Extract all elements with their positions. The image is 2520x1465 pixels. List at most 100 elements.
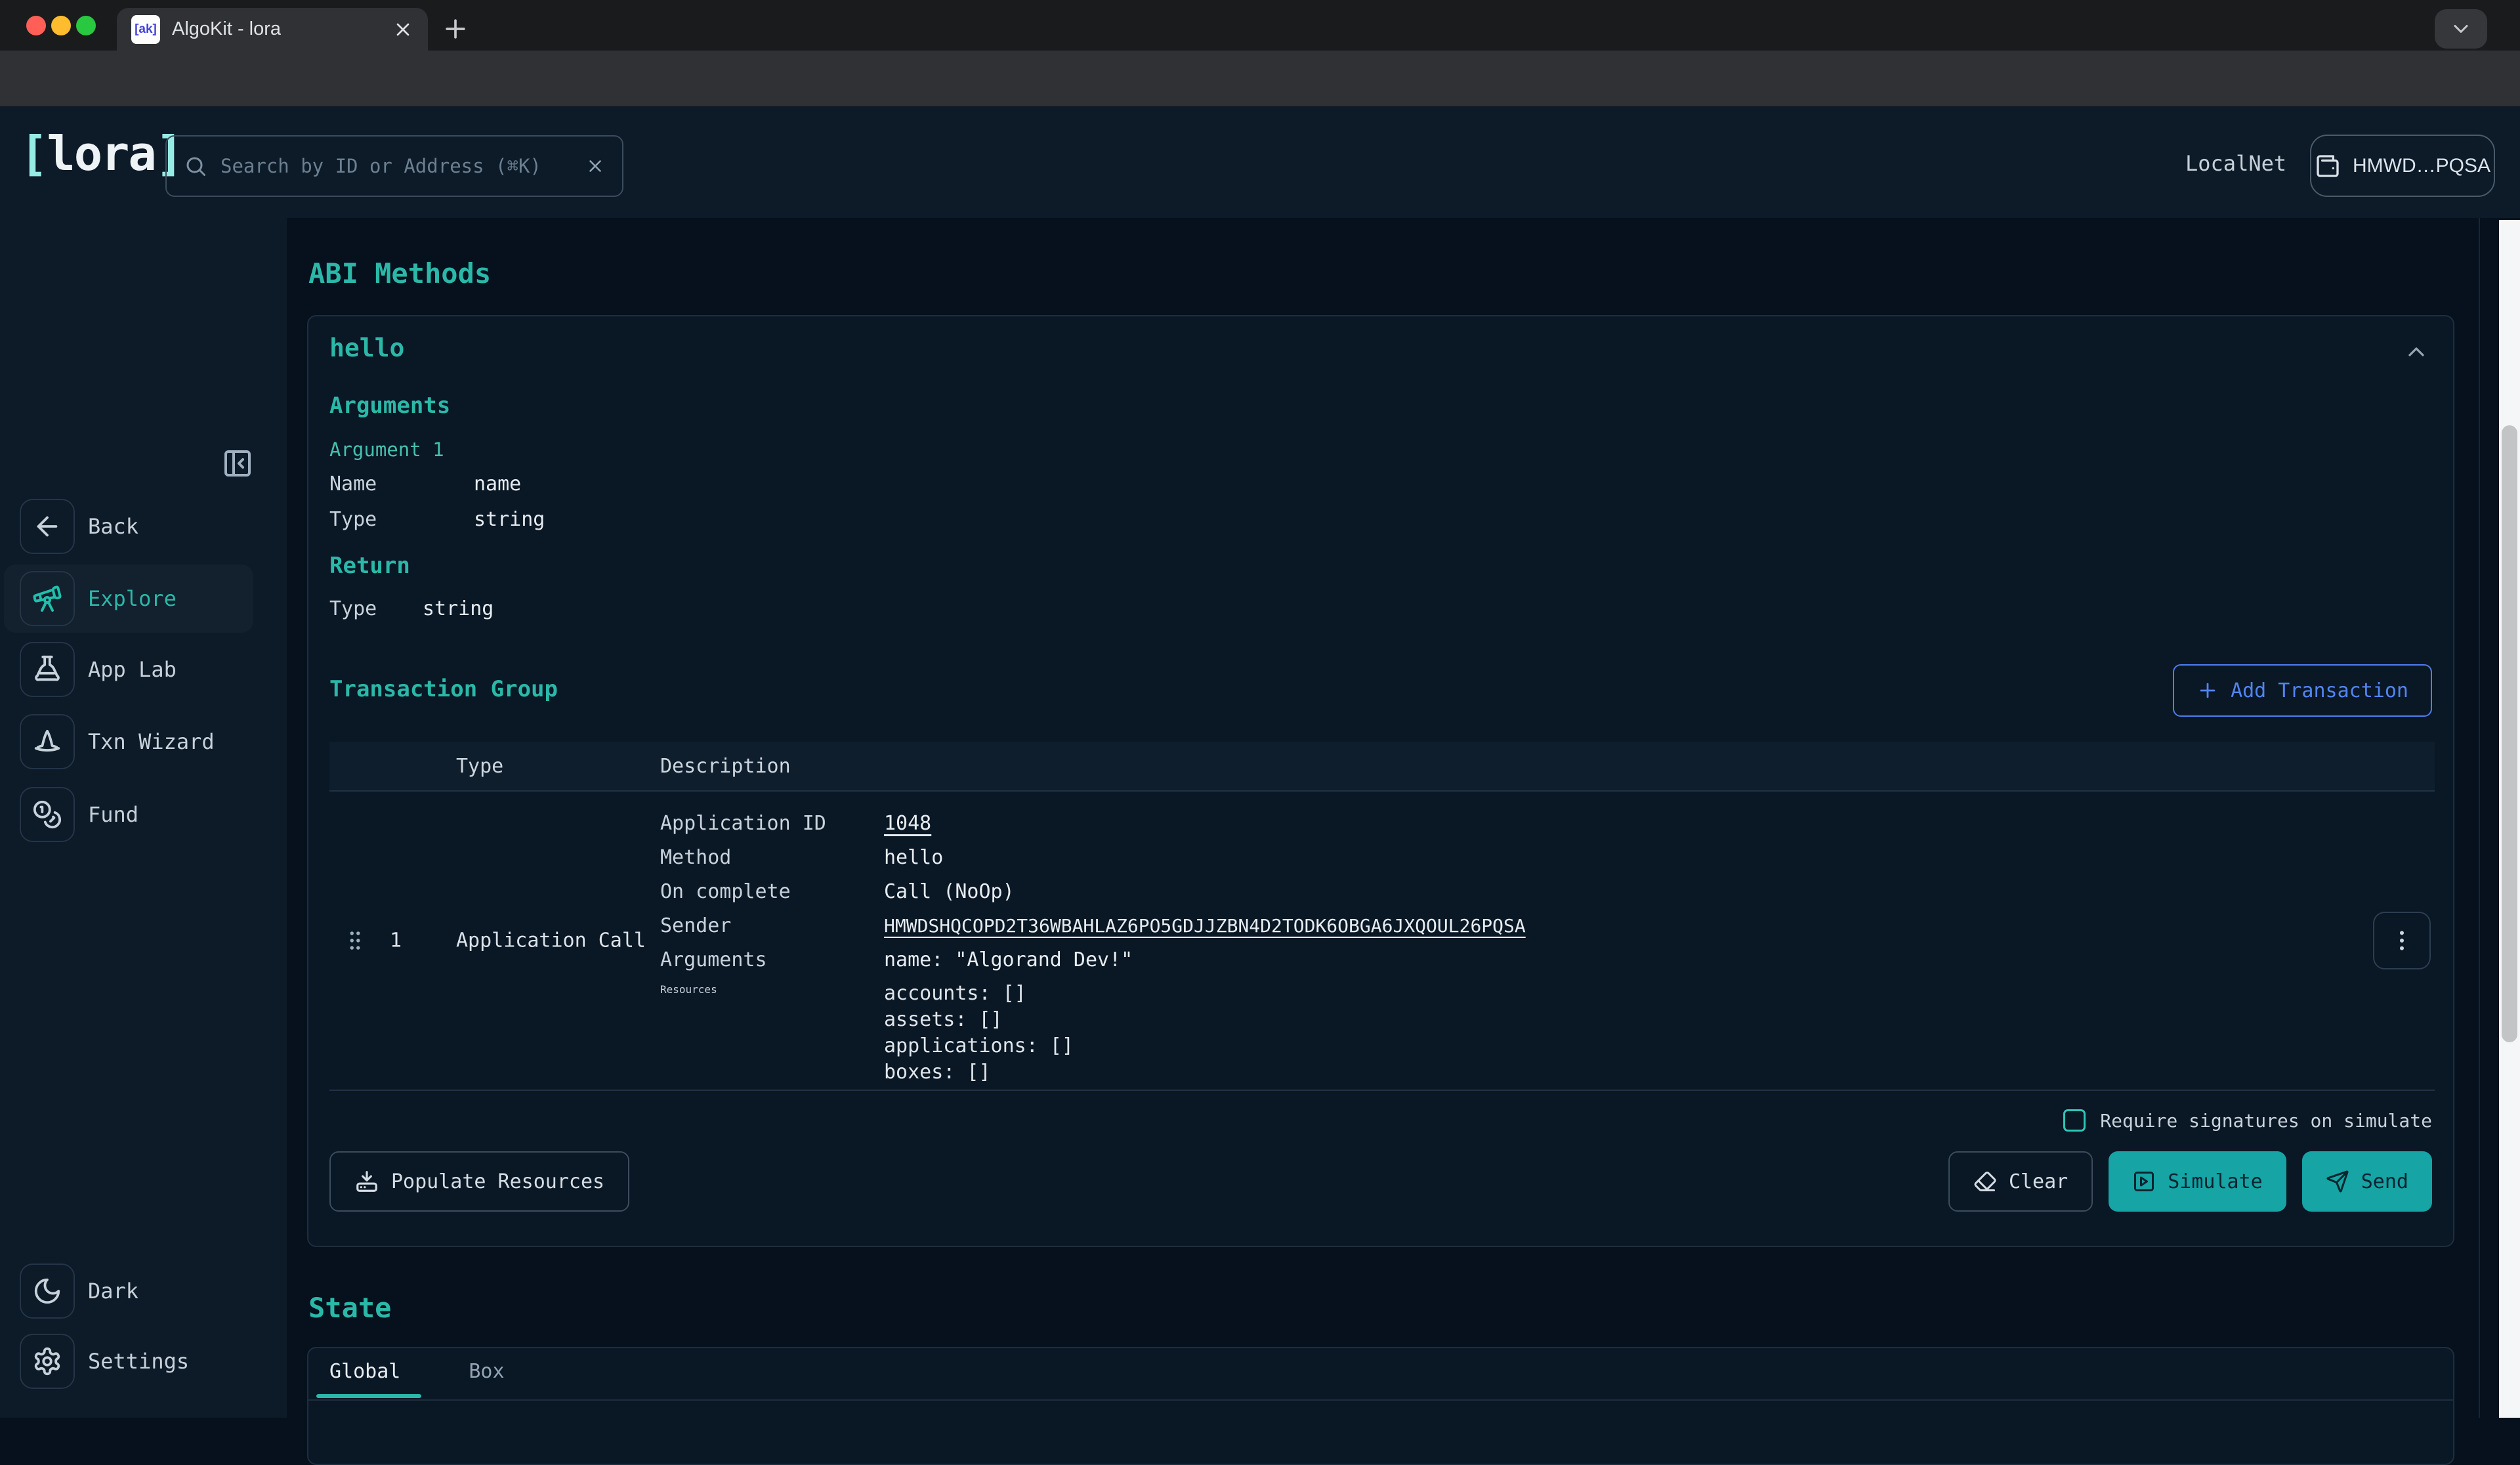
on-complete-row: On complete Call (NoOp) bbox=[660, 874, 2268, 908]
wizard-hat-icon bbox=[20, 714, 75, 769]
argument-name-row: Name name bbox=[329, 473, 521, 496]
drag-handle-icon[interactable] bbox=[343, 928, 368, 953]
resource-accounts: accounts: [] bbox=[884, 981, 1074, 1007]
content-divider bbox=[2479, 218, 2480, 1418]
maximize-window-button[interactable] bbox=[76, 16, 96, 35]
sidebar-item-theme-dark[interactable]: Dark bbox=[0, 1263, 287, 1319]
logo-text: lora bbox=[47, 126, 155, 181]
state-card: Global Box bbox=[307, 1347, 2454, 1465]
browser-toolbar: lora.algokit.io/localnet/application/104… bbox=[0, 51, 2520, 106]
clear-button[interactable]: Clear bbox=[1948, 1151, 2093, 1212]
sidebar-item-label: Dark bbox=[88, 1279, 138, 1304]
tab-global[interactable]: Global bbox=[329, 1360, 400, 1383]
row-label: Type bbox=[329, 597, 423, 620]
sidebar-item-label: Settings bbox=[88, 1349, 189, 1374]
eraser-icon bbox=[1973, 1170, 1997, 1193]
add-transaction-label: Add Transaction bbox=[2231, 679, 2408, 702]
gear-icon bbox=[20, 1334, 75, 1389]
simulate-button[interactable]: Simulate bbox=[2109, 1151, 2286, 1212]
search-input[interactable] bbox=[220, 155, 572, 177]
sidebar-item-fund[interactable]: Fund bbox=[0, 787, 287, 842]
minimize-window-button[interactable] bbox=[51, 16, 71, 35]
scrollbar-thumb[interactable] bbox=[2502, 425, 2517, 1042]
sender-address-link[interactable]: HMWDSHQCOPD2T36WBAHLAZ6PO5GDJJZBN4D2TODK… bbox=[884, 915, 1526, 937]
require-signatures-label: Require signatures on simulate bbox=[2100, 1110, 2432, 1132]
sidebar-collapse-icon[interactable] bbox=[222, 448, 253, 479]
detail-value: hello bbox=[884, 846, 943, 869]
wallet-button[interactable]: HMWD…PQSA bbox=[2310, 135, 2495, 197]
sidebar-item-explore[interactable]: Explore bbox=[0, 571, 287, 626]
table-header: Type Description bbox=[329, 742, 2435, 792]
lora-logo[interactable]: [lora] bbox=[20, 126, 182, 181]
detail-label: Application ID bbox=[660, 812, 884, 835]
transaction-table: Type Description 1 Application Call Appl… bbox=[329, 742, 2435, 1092]
row-value: string bbox=[423, 597, 494, 620]
moon-icon bbox=[20, 1263, 75, 1319]
transaction-group-heading: Transaction Group bbox=[329, 676, 558, 702]
tab-search-chevron-icon[interactable] bbox=[2435, 9, 2487, 49]
logo-bracket-left: [ bbox=[20, 126, 47, 181]
sidebar-item-label: App Lab bbox=[88, 657, 177, 682]
table-row: 1 Application Call Application ID 1048 M… bbox=[329, 792, 2435, 1091]
require-signatures-row: Require signatures on simulate bbox=[2063, 1109, 2432, 1132]
sidebar-item-label: Back bbox=[88, 514, 138, 539]
tab-close-icon[interactable] bbox=[392, 19, 413, 40]
detail-label: Method bbox=[660, 846, 884, 869]
telescope-icon bbox=[20, 571, 75, 626]
wallet-address: HMWD…PQSA bbox=[2353, 155, 2490, 177]
state-heading: State bbox=[308, 1292, 391, 1324]
send-icon bbox=[2326, 1170, 2349, 1193]
require-signatures-checkbox[interactable] bbox=[2063, 1109, 2086, 1132]
sidebar-item-txn-wizard[interactable]: Txn Wizard bbox=[0, 714, 287, 769]
populate-resources-button[interactable]: Populate Resources bbox=[329, 1151, 629, 1212]
resource-boxes: boxes: [] bbox=[884, 1059, 1074, 1086]
return-type-row: Type string bbox=[329, 597, 494, 620]
chevron-up-icon[interactable] bbox=[2403, 339, 2429, 365]
sender-row: Sender HMWDSHQCOPD2T36WBAHLAZ6PO5GDJJZBN… bbox=[660, 908, 2268, 943]
global-search[interactable] bbox=[165, 135, 623, 197]
play-square-icon bbox=[2132, 1170, 2156, 1193]
sidebar-item-back[interactable]: Back bbox=[0, 499, 287, 554]
row-transaction-type: Application Call bbox=[456, 929, 646, 952]
tab-box[interactable]: Box bbox=[469, 1360, 504, 1383]
detail-label: Sender bbox=[660, 914, 884, 937]
row-value: string bbox=[474, 508, 545, 531]
app-id-row: Application ID 1048 bbox=[660, 806, 2268, 840]
app-id-link[interactable]: 1048 bbox=[884, 812, 931, 835]
browser-tab[interactable]: [ak] AlgoKit - lora bbox=[117, 8, 428, 51]
detail-label: On complete bbox=[660, 880, 884, 903]
resource-applications: applications: [] bbox=[884, 1033, 1074, 1059]
detail-label: Arguments bbox=[660, 948, 884, 971]
method-name: hello bbox=[329, 333, 404, 362]
arguments-row: Arguments name: "Algorand Dev!" bbox=[660, 943, 2268, 977]
wallet-icon bbox=[2315, 153, 2341, 179]
sidebar-item-app-lab[interactable]: App Lab bbox=[0, 642, 287, 697]
add-transaction-button[interactable]: Add Transaction bbox=[2173, 664, 2432, 717]
row-label: Type bbox=[329, 508, 474, 531]
browser-tabstrip: [ak] AlgoKit - lora bbox=[0, 0, 2520, 51]
sidebar-item-settings[interactable]: Settings bbox=[0, 1334, 287, 1389]
column-type: Type bbox=[456, 755, 503, 778]
detail-value: Call (NoOp) bbox=[884, 880, 1015, 903]
new-tab-icon[interactable] bbox=[441, 14, 470, 43]
return-heading: Return bbox=[329, 553, 410, 579]
row-description: Application ID 1048 Method hello On comp… bbox=[660, 806, 2268, 1086]
active-tab-indicator bbox=[316, 1394, 421, 1398]
sidebar: Back Explore App Lab Txn Wizard Fund Dar… bbox=[0, 218, 287, 1418]
send-label: Send bbox=[2361, 1170, 2408, 1193]
tab-favicon: [ak] bbox=[131, 15, 160, 44]
row-menu-button[interactable] bbox=[2373, 912, 2431, 969]
close-window-button[interactable] bbox=[26, 16, 46, 35]
network-label: LocalNet bbox=[2185, 151, 2286, 176]
row-value: name bbox=[474, 473, 521, 496]
populate-resources-label: Populate Resources bbox=[391, 1170, 604, 1193]
send-button[interactable]: Send bbox=[2302, 1151, 2432, 1212]
argument-value: "Algorand Dev!" bbox=[955, 948, 1133, 971]
window-controls bbox=[26, 16, 96, 35]
sidebar-item-label: Txn Wizard bbox=[88, 729, 215, 754]
download-tray-icon bbox=[354, 1169, 379, 1194]
coins-icon bbox=[20, 787, 75, 842]
tabs-divider bbox=[308, 1399, 2453, 1401]
tab-title: AlgoKit - lora bbox=[172, 18, 392, 40]
search-clear-icon[interactable] bbox=[585, 156, 605, 176]
